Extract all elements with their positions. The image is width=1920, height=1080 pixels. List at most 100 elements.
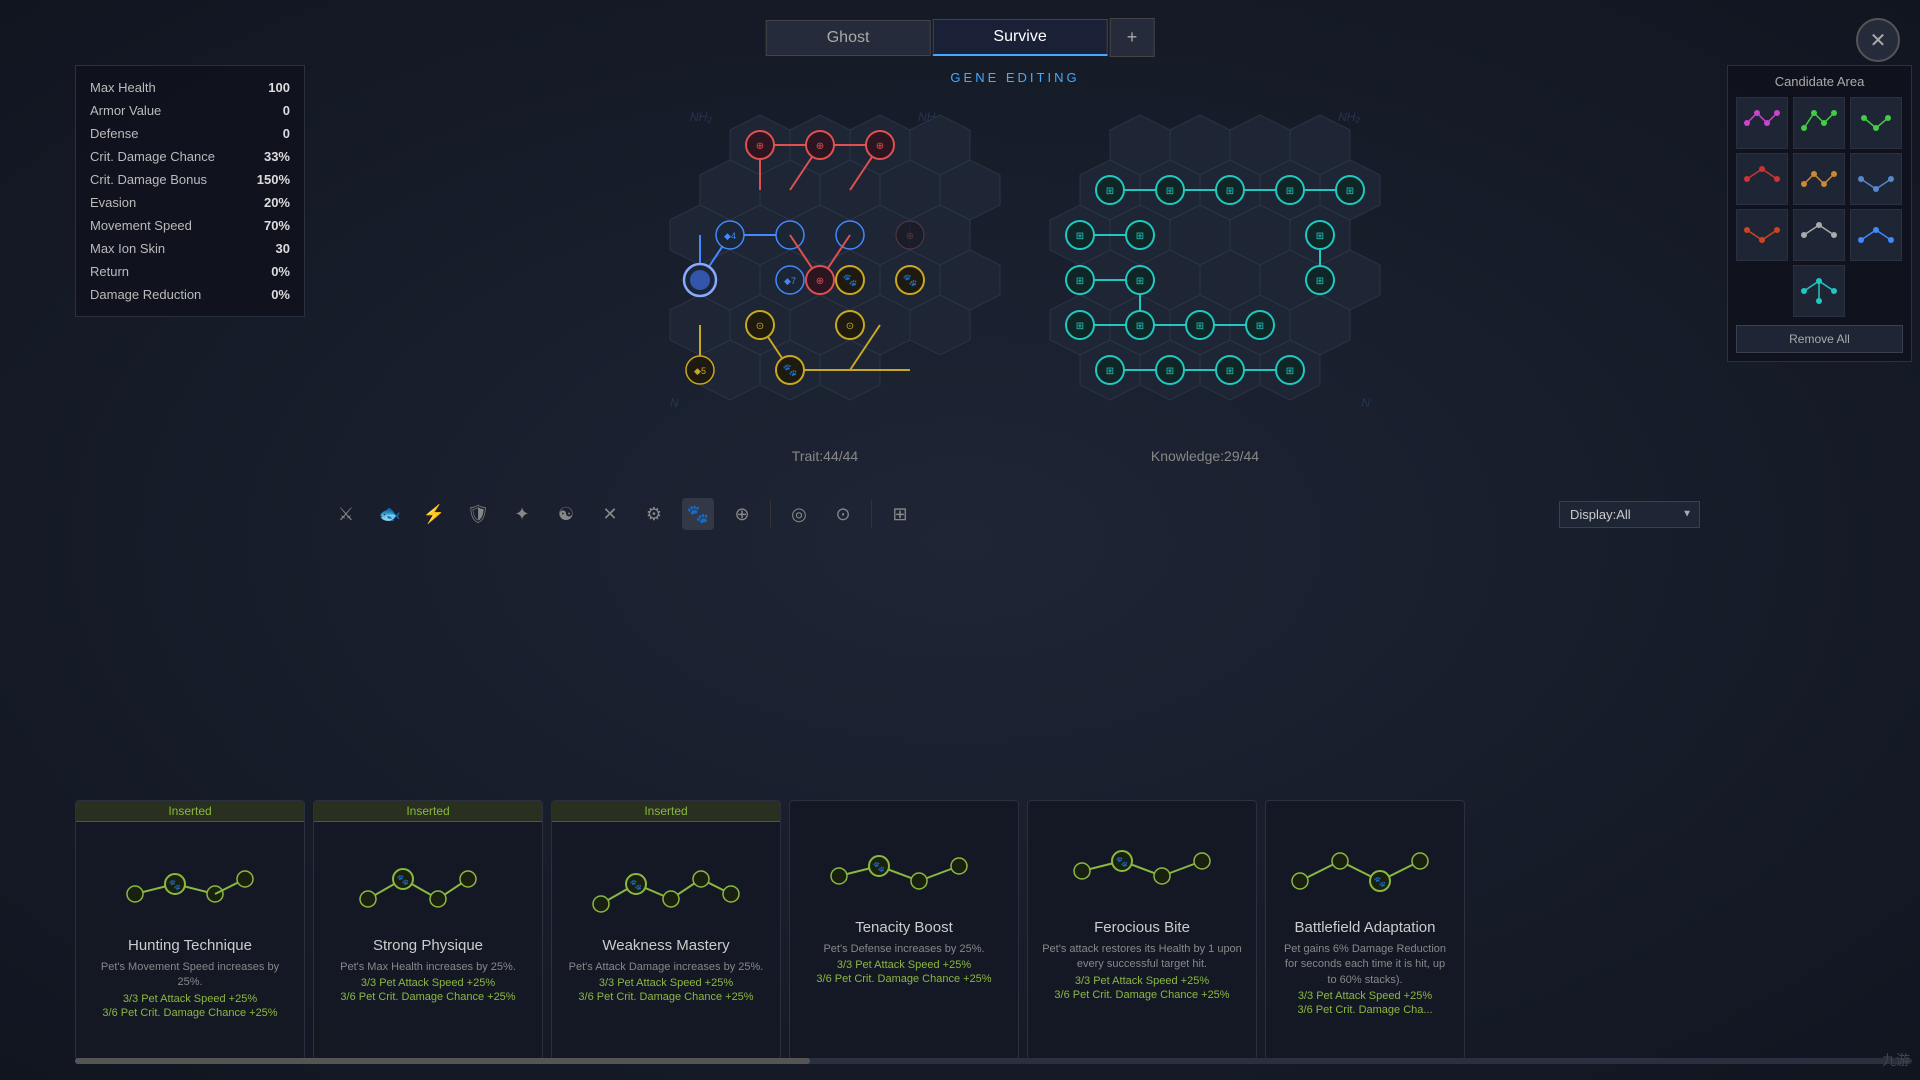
inserted-badge: Inserted bbox=[552, 801, 780, 822]
candidate-icon bbox=[1856, 159, 1896, 199]
filter-icon-12[interactable]: ⊞ bbox=[884, 498, 916, 530]
card-name: Ferocious Bite bbox=[1094, 919, 1190, 936]
trait-grid[interactable]: NH₂ NH₂ N bbox=[650, 100, 1000, 440]
card-desc: Pet's Defense increases by 25%. bbox=[823, 942, 984, 957]
gene-node-icon: ⊞ bbox=[1286, 186, 1294, 197]
card-stat-1: 3/3 Pet Attack Speed +25% bbox=[123, 993, 257, 1005]
card-stat-2: 3/6 Pet Crit. Damage Chance +25% bbox=[578, 991, 753, 1003]
card-icon-strong: 🐾 bbox=[348, 839, 508, 929]
gene-editing-area: GENE EDITING NH₂ NH₂ N bbox=[310, 65, 1720, 485]
stats-panel: Max Health 100 Armor Value 0 Defense 0 C… bbox=[75, 65, 305, 317]
scroll-bar[interactable] bbox=[75, 1058, 1912, 1064]
stat-return: Return 0% bbox=[76, 260, 304, 283]
stat-movement-speed: Movement Speed 70% bbox=[76, 214, 304, 237]
card-name: Battlefield Adaptation bbox=[1295, 919, 1436, 936]
badge-text: ◆5 bbox=[694, 366, 706, 376]
filter-icon-paw[interactable]: 🐾 bbox=[682, 498, 714, 530]
filter-icon-6[interactable]: ☯ bbox=[550, 498, 582, 530]
filter-divider-1 bbox=[770, 500, 771, 528]
gene-node-icon: ⊞ bbox=[1256, 321, 1264, 332]
gene-node-icon: ⊞ bbox=[1346, 186, 1354, 197]
candidate-item-2[interactable] bbox=[1793, 97, 1845, 149]
filter-icon-11[interactable]: ⊙ bbox=[827, 498, 859, 530]
inserted-badge: Inserted bbox=[76, 801, 304, 822]
filter-icon-4[interactable]: 🛡 bbox=[462, 498, 494, 530]
filter-divider-2 bbox=[871, 500, 872, 528]
stat-crit-chance: Crit. Damage Chance 33% bbox=[76, 145, 304, 168]
scroll-thumb[interactable] bbox=[75, 1058, 810, 1064]
candidate-icon bbox=[1799, 103, 1839, 143]
gene-node-icon: ⊞ bbox=[1106, 366, 1114, 377]
gene-label: GENE EDITING bbox=[950, 70, 1079, 85]
card-graph-hunting: 🐾 bbox=[115, 844, 265, 924]
gene-node-icon: ⊞ bbox=[1166, 186, 1174, 197]
close-button[interactable]: ✕ bbox=[1856, 18, 1900, 62]
filter-icon-10[interactable]: ◎ bbox=[783, 498, 815, 530]
knowledge-label: Knowledge:29/44 bbox=[1151, 448, 1259, 464]
tab-ghost[interactable]: Ghost bbox=[766, 20, 931, 56]
gene-node-icon: ⊙ bbox=[756, 321, 764, 332]
card-weakness-mastery[interactable]: Inserted 🐾 Weakness Mastery Pet's Attack… bbox=[551, 800, 781, 1060]
svg-text:🐾: 🐾 bbox=[397, 874, 409, 886]
watermark: 九游 bbox=[1882, 1050, 1910, 1070]
gene-node-icon: ⊞ bbox=[1136, 231, 1144, 242]
paw-icon: 🐾 bbox=[783, 363, 798, 377]
trait-label: Trait:44/44 bbox=[792, 448, 858, 464]
card-icon-weakness: 🐾 bbox=[586, 839, 746, 929]
candidate-title: Candidate Area bbox=[1736, 74, 1903, 89]
candidate-item-6[interactable] bbox=[1850, 153, 1902, 205]
remove-all-button[interactable]: Remove All bbox=[1736, 325, 1903, 353]
card-icon-battlefield: 🐾 bbox=[1285, 821, 1445, 911]
filter-icon-8[interactable]: ⚙ bbox=[638, 498, 670, 530]
candidate-grid bbox=[1736, 97, 1903, 317]
card-stat-2: 3/6 Pet Crit. Damage Chance +25% bbox=[102, 1007, 277, 1019]
filter-bar: ⚔ 🐟 ⚡ 🛡 ✦ ☯ ✕ ⚙ 🐾 ⊕ ◎ ⊙ ⊞ Display:All Di… bbox=[310, 490, 1720, 538]
candidate-item-1[interactable] bbox=[1736, 97, 1788, 149]
candidate-item-8[interactable] bbox=[1793, 209, 1845, 261]
filter-icon-3[interactable]: ⚡ bbox=[418, 498, 450, 530]
card-name: Strong Physique bbox=[373, 937, 483, 954]
card-graph-ferocious: 🐾 bbox=[1067, 826, 1217, 906]
card-name: Weakness Mastery bbox=[602, 937, 729, 954]
gene-node-icon: ⊞ bbox=[1196, 321, 1204, 332]
candidate-icon bbox=[1742, 159, 1782, 199]
filter-icon-5[interactable]: ✦ bbox=[506, 498, 538, 530]
tab-bar: Ghost Survive + bbox=[766, 18, 1155, 57]
paw-icon: 🐾 bbox=[903, 273, 918, 287]
card-tenacity-boost[interactable]: 🐾 Tenacity Boost Pet's Defense increases… bbox=[789, 800, 1019, 1060]
knowledge-svg: ⊞ ⊞ ⊞ ⊞ ⊞ ⊞ ⊞ ⊞ bbox=[1030, 100, 1380, 440]
card-strong-physique[interactable]: Inserted 🐾 Strong Physique Pet's Max Hea… bbox=[313, 800, 543, 1060]
card-hunting-technique[interactable]: Inserted 🐾 Hunting Technique Pet's Movem… bbox=[75, 800, 305, 1060]
gene-node-icon: ⊕ bbox=[906, 231, 914, 242]
stat-armor: Armor Value 0 bbox=[76, 99, 304, 122]
gene-node-icon: ⊞ bbox=[1076, 276, 1084, 287]
card-ferocious-bite[interactable]: 🐾 Ferocious Bite Pet's attack restores i… bbox=[1027, 800, 1257, 1060]
card-stat-2: 3/6 Pet Crit. Damage Chance +25% bbox=[1054, 989, 1229, 1001]
display-select[interactable]: Display:All Display:Inserted Display:Ava… bbox=[1559, 501, 1700, 528]
knowledge-grid[interactable]: NH₂ N bbox=[1030, 100, 1380, 440]
candidate-item-7[interactable] bbox=[1736, 209, 1788, 261]
stat-max-health: Max Health 100 bbox=[76, 76, 304, 99]
trait-svg: ⊕ ⊕ ⊕ ◆4 ◆7 bbox=[650, 100, 1000, 440]
candidate-item-9[interactable] bbox=[1850, 209, 1902, 261]
tab-add[interactable]: + bbox=[1110, 18, 1155, 57]
candidate-item-10[interactable] bbox=[1793, 265, 1845, 317]
svg-text:🐾: 🐾 bbox=[630, 879, 642, 891]
stat-max-ion: Max Ion Skin 30 bbox=[76, 237, 304, 260]
filter-icon-1[interactable]: ⚔ bbox=[330, 498, 362, 530]
card-battlefield-adaptation[interactable]: 🐾 Battlefield Adaptation Pet gains 6% Da… bbox=[1265, 800, 1465, 1060]
candidate-icon bbox=[1799, 159, 1839, 199]
candidate-item-5[interactable] bbox=[1793, 153, 1845, 205]
gene-node-icon: ⊞ bbox=[1106, 186, 1114, 197]
card-icon-tenacity: 🐾 bbox=[824, 821, 984, 911]
filter-icon-9[interactable]: ⊕ bbox=[726, 498, 758, 530]
paw-icon: 🐾 bbox=[843, 273, 858, 287]
cards-area: Inserted 🐾 Hunting Technique Pet's Movem… bbox=[75, 800, 1912, 1060]
filter-icon-2[interactable]: 🐟 bbox=[374, 498, 406, 530]
candidate-icon bbox=[1742, 215, 1782, 255]
filter-icon-7[interactable]: ✕ bbox=[594, 498, 626, 530]
candidate-item-3[interactable] bbox=[1850, 97, 1902, 149]
tab-survive[interactable]: Survive bbox=[932, 19, 1107, 56]
candidate-item-4[interactable] bbox=[1736, 153, 1788, 205]
inserted-badge: Inserted bbox=[314, 801, 542, 822]
